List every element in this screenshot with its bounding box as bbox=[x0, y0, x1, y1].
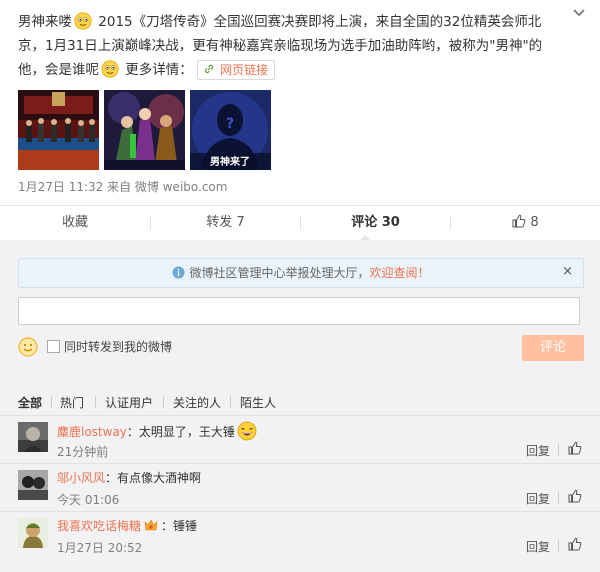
comment-username[interactable]: 麋鹿lostway bbox=[57, 425, 127, 439]
filter-tab-hot[interactable]: 热门 bbox=[60, 394, 84, 411]
avatar[interactable] bbox=[18, 470, 48, 500]
svg-text:?: ? bbox=[226, 116, 234, 132]
reply-divider bbox=[558, 540, 559, 552]
comment-line: 麋鹿lostway：太明显了，王大锤 bbox=[57, 421, 259, 441]
submit-comment-button[interactable]: 评论 bbox=[522, 335, 584, 361]
close-icon[interactable]: × bbox=[562, 264, 573, 279]
comment-time: 21分钟前 bbox=[57, 445, 109, 459]
post-text-part-2: 2015《刀塔传奇》全国巡回赛决赛即将上演，来自全国的32位精英会师北京，1月3… bbox=[18, 14, 543, 78]
comment-text: ：太明显了，王大锤 bbox=[126, 425, 235, 439]
thumbs-up-icon[interactable] bbox=[568, 489, 582, 503]
comment-time: 1月27日 20:52 bbox=[57, 541, 143, 555]
member-badge-icon bbox=[144, 519, 158, 531]
post-image-3[interactable]: ? 男神来了 bbox=[190, 90, 271, 170]
comment-username[interactable]: 我喜欢吃话梅糖 bbox=[57, 519, 141, 533]
comment-line: 邬小风风：有点像大酒神啊 bbox=[57, 469, 201, 486]
comment-username[interactable]: 邬小风风 bbox=[57, 471, 105, 485]
filter-tab-verified[interactable]: 认证用户 bbox=[105, 394, 153, 411]
smiley-emoji-icon bbox=[101, 60, 119, 78]
thumbs-up-icon[interactable] bbox=[568, 441, 582, 455]
thumbs-up-icon bbox=[512, 214, 526, 228]
filter-tab-all[interactable]: 全部 bbox=[18, 394, 42, 411]
comment-panel: 微博社区管理中心举报处理大厅，欢迎查阅！ × 同时转发到我的微博 评论 全部 热… bbox=[0, 240, 600, 572]
post-text: 男神来喽 2015《刀塔传奇》全国巡回赛决赛即将上演，来自全国的32位精英会师北… bbox=[18, 10, 568, 82]
comment-text: ：锤锤 bbox=[161, 519, 198, 533]
comment-item: 邬小风风：有点像大酒神啊 今天 01:06 回复 bbox=[0, 463, 600, 511]
filter-divider bbox=[95, 396, 96, 408]
filter-divider bbox=[51, 396, 52, 408]
comment-item: 麋鹿lostway：太明显了，王大锤 21分钟前 回复 bbox=[0, 415, 600, 463]
tournament-stage-photo-icon bbox=[18, 90, 99, 170]
weibo-post: 男神来喽 2015《刀塔传奇》全国巡回赛决赛即将上演，来自全国的32位精英会师北… bbox=[0, 0, 600, 205]
comment-input[interactable] bbox=[18, 297, 580, 325]
info-icon bbox=[172, 266, 185, 279]
web-link-label: 网页链接 bbox=[220, 63, 269, 77]
post-text-part-1: 男神来喽 bbox=[18, 14, 72, 30]
avatar[interactable] bbox=[18, 518, 48, 548]
comment-text: ：有点像大酒神啊 bbox=[105, 471, 202, 485]
reply-divider bbox=[558, 492, 559, 504]
like-count: 8 bbox=[530, 215, 539, 230]
comment-button[interactable]: 评论 30 bbox=[301, 206, 450, 240]
post-image-1[interactable] bbox=[18, 90, 99, 170]
comment-time: 今天 01:06 bbox=[57, 493, 120, 507]
post-text-part-3: 更多详情： bbox=[121, 62, 193, 78]
favorite-button[interactable]: 收藏 bbox=[0, 206, 150, 240]
user-avatar-icon bbox=[18, 470, 48, 500]
filter-tab-following[interactable]: 关注的人 bbox=[173, 394, 221, 411]
filter-divider bbox=[230, 396, 231, 408]
reply-button[interactable]: 回复 bbox=[526, 442, 550, 459]
post-image-2[interactable] bbox=[104, 90, 185, 170]
smiley-emoji-icon bbox=[74, 12, 92, 30]
web-link[interactable]: 网页链接 bbox=[197, 60, 276, 80]
game-heroes-art-icon bbox=[104, 90, 185, 170]
notice-link[interactable]: 欢迎查阅！ bbox=[370, 266, 430, 280]
reply-button[interactable]: 回复 bbox=[526, 538, 550, 555]
user-avatar-icon bbox=[18, 518, 48, 548]
link-icon bbox=[205, 64, 214, 74]
chevron-down-icon[interactable] bbox=[572, 6, 586, 20]
post-actions-bar: 收藏 转发 7 评论 30 8 bbox=[0, 205, 600, 241]
comment-item: 我喜欢吃话梅糖 ：锤锤 1月27日 20:52 回复 bbox=[0, 511, 600, 559]
reply-button[interactable]: 回复 bbox=[526, 490, 550, 507]
forward-button[interactable]: 转发 7 bbox=[151, 206, 300, 240]
thumbs-up-icon[interactable] bbox=[568, 537, 582, 551]
comment-line: 我喜欢吃话梅糖 ：锤锤 bbox=[57, 517, 197, 534]
filter-divider bbox=[163, 396, 164, 408]
emoticon-picker-icon[interactable] bbox=[18, 337, 38, 357]
notice-text: 微博社区管理中心举报处理大厅，欢迎查阅！ bbox=[19, 264, 583, 281]
filter-tab-strangers[interactable]: 陌生人 bbox=[240, 394, 276, 411]
avatar[interactable] bbox=[18, 422, 48, 452]
report-notice: 微博社区管理中心举报处理大厅，欢迎查阅！ × bbox=[18, 258, 584, 288]
like-button[interactable]: 8 bbox=[451, 206, 600, 240]
also-forward-checkbox[interactable] bbox=[47, 340, 60, 353]
also-forward-label: 同时转发到我的微博 bbox=[64, 340, 173, 354]
notice-prefix: 微博社区管理中心举报处理大厅， bbox=[189, 266, 370, 280]
mystery-silhouette-icon: ? 男神来了 bbox=[190, 90, 271, 170]
laughing-emoji-icon bbox=[237, 421, 257, 441]
reply-divider bbox=[558, 444, 559, 456]
image-caption: 男神来了 bbox=[210, 155, 250, 168]
user-avatar-icon bbox=[18, 422, 48, 452]
post-meta: 1月27日 11:32 来自 微博 weibo.com bbox=[18, 180, 228, 194]
